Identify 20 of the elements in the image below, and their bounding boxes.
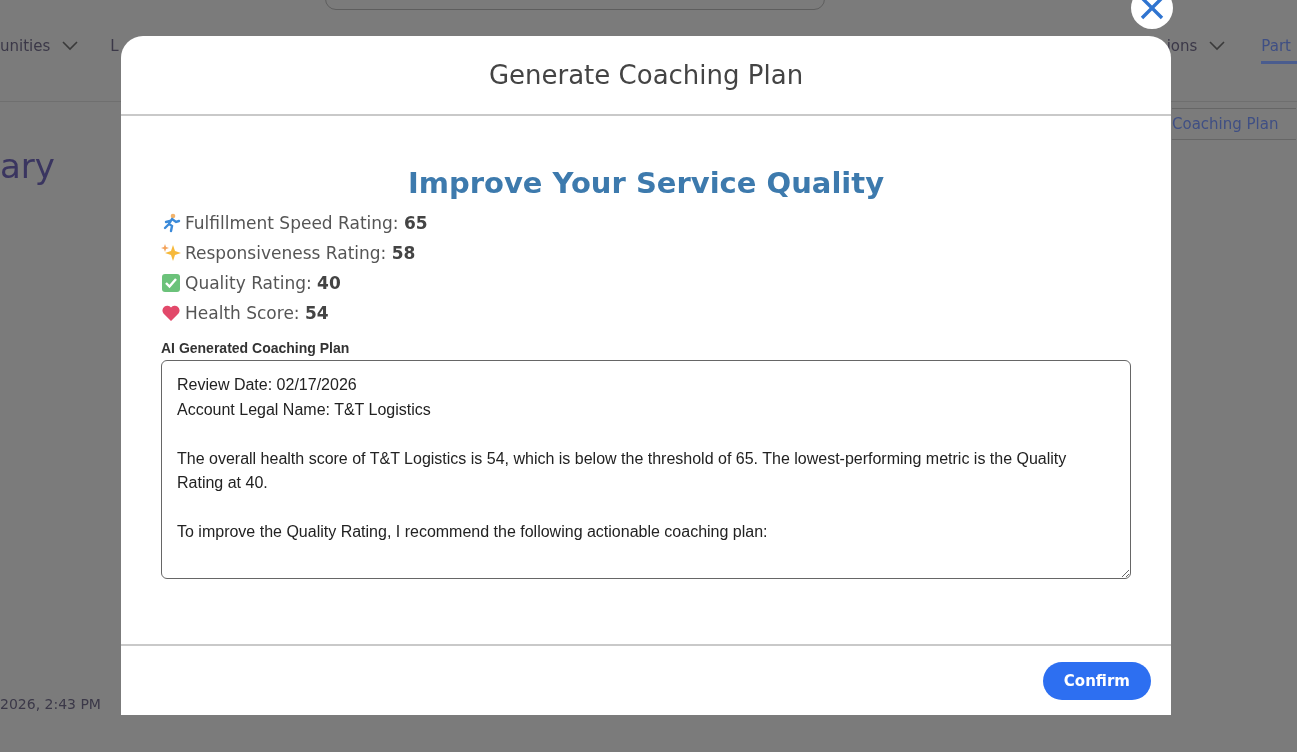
dialog-title: Generate Coaching Plan [488, 60, 804, 90]
sparkles-icon [161, 243, 181, 263]
confirm-button[interactable]: Confirm [1042, 661, 1151, 700]
nav-tab[interactable]: L [110, 30, 125, 64]
coaching-plan-button[interactable]: Coaching Plan [1172, 108, 1297, 140]
timestamp: 2026, 2:43 PM [0, 696, 101, 712]
page-title: ary [0, 146, 55, 186]
nav-tab[interactable]: Part [1261, 30, 1297, 64]
metric-text: Health Score: 54 [185, 303, 329, 323]
coaching-plan-field[interactable]: Review Date: 02/17/2026 Account Legal Name: T&T Logistics The overall health score of T&T Logistics is 54, which is below the threshold of 65. The lowest-performing metric is the Quality Rating at 40. To improve the Quality Rating, I recommend the following actionable coaching plan: [161, 360, 1131, 579]
checkmark-icon [161, 273, 181, 293]
metric-text: Fulfillment Speed Rating: 65 [185, 213, 428, 233]
metric-text: Responsiveness Rating: 58 [185, 243, 416, 263]
field-label: AI Generated Coaching Plan [161, 340, 351, 356]
nav-tab[interactable]: ions [1166, 30, 1232, 64]
nav-tab[interactable]: unities [0, 30, 85, 64]
metric-text: Quality Rating: 40 [185, 273, 341, 293]
runner-icon [161, 213, 181, 233]
dialog-heading: Improve Your Service Quality [406, 166, 886, 200]
heart-icon [161, 303, 181, 323]
